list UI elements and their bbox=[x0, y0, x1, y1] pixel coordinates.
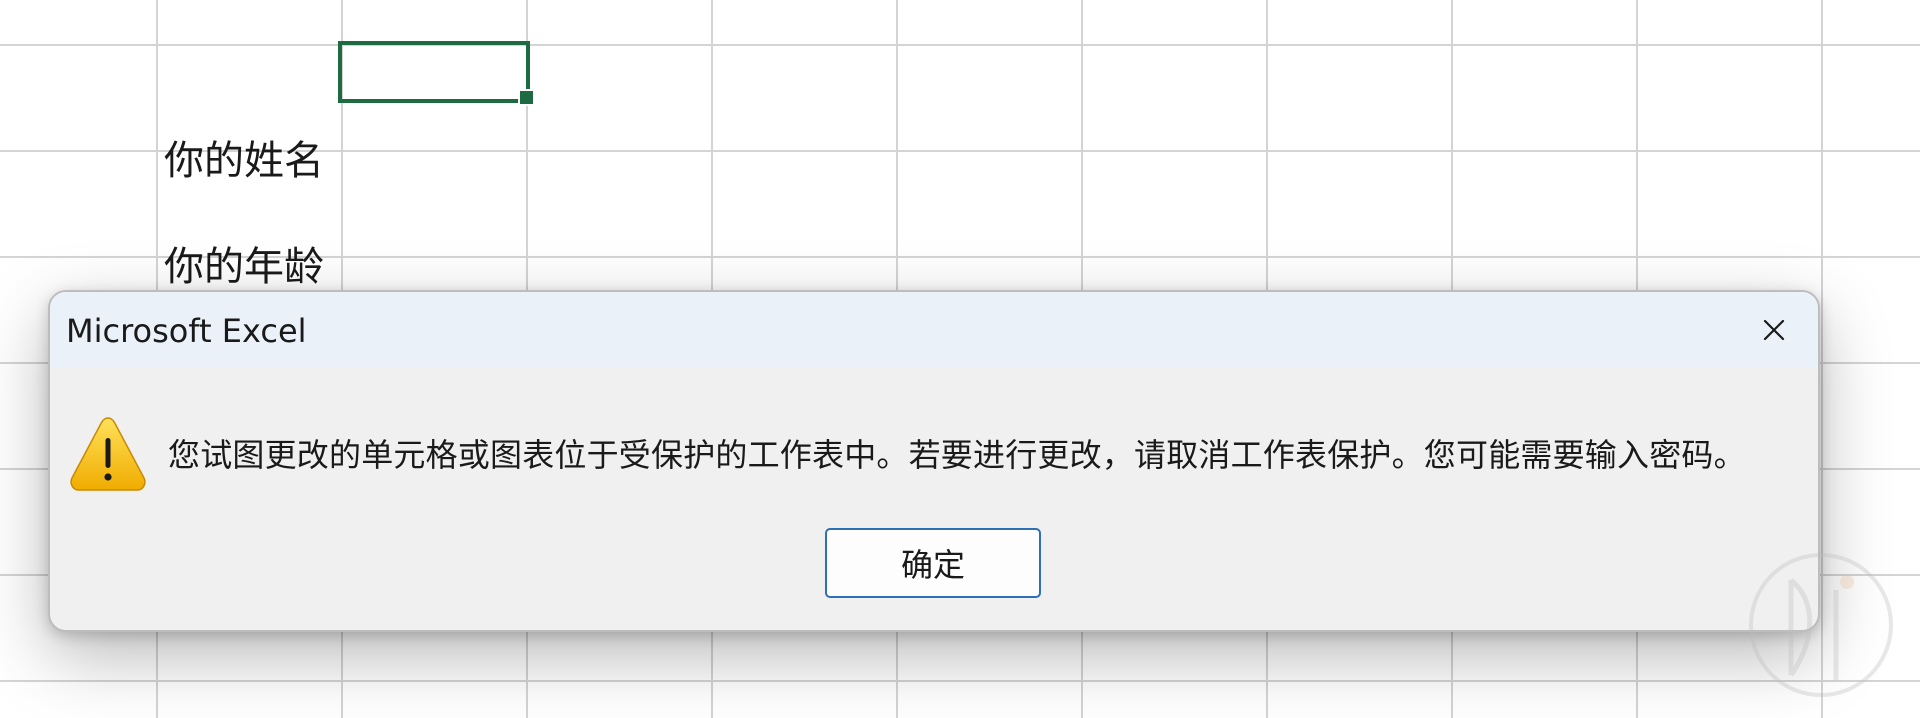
cell-label-age[interactable]: 你的年龄 bbox=[164, 234, 324, 292]
warning-icon bbox=[70, 417, 146, 491]
active-cell-selection[interactable] bbox=[338, 41, 530, 103]
close-button[interactable] bbox=[1744, 300, 1804, 360]
dialog-titlebar[interactable]: Microsoft Excel bbox=[50, 292, 1818, 368]
fill-handle[interactable] bbox=[518, 89, 535, 106]
dialog-message: 您试图更改的单元格或图表位于受保护的工作表中。若要进行更改，请取消工作表保护。您… bbox=[168, 436, 1746, 474]
cell-label-name[interactable]: 你的姓名 bbox=[164, 128, 324, 186]
close-icon bbox=[1763, 319, 1785, 341]
ok-button[interactable]: 确定 bbox=[825, 528, 1041, 598]
protected-sheet-dialog: Microsoft Excel 您试图更改的单元格或图表位于受保护的工作表中。若… bbox=[48, 290, 1820, 632]
watermark-logo bbox=[1749, 553, 1893, 697]
dialog-title: Microsoft Excel bbox=[66, 312, 307, 350]
